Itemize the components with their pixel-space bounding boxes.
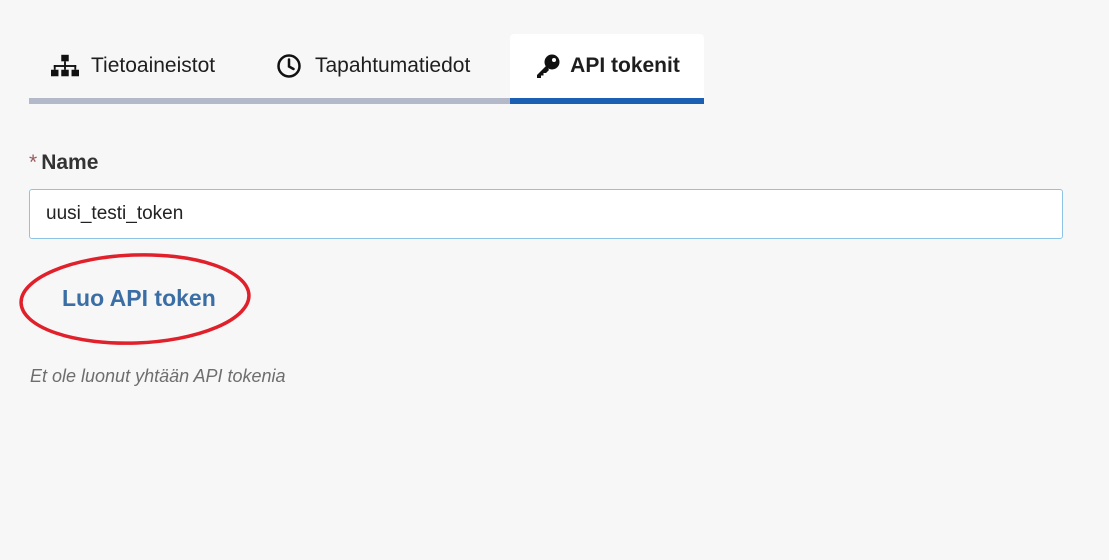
tab-rail [29,98,510,104]
page: Tietoaineistot Tapahtumatiedot API token… [0,0,1109,560]
required-marker: * [29,151,38,174]
tab-label: Tietoaineistot [91,54,216,77]
tab-bar: Tietoaineistot Tapahtumatiedot API token… [29,34,704,104]
tab-tapahtumatiedot[interactable]: Tapahtumatiedot [275,34,470,98]
tab-label: Tapahtumatiedot [315,54,471,77]
name-field-label: * Name [29,151,98,175]
name-label-text: Name [41,151,99,174]
clock-icon [275,52,303,80]
tab-tietoaineistot[interactable]: Tietoaineistot [51,34,215,98]
key-icon [534,52,562,80]
empty-tokens-message: Et ole luonut yhtään API tokenia [30,366,286,386]
tab-label: API tokenit [570,54,680,77]
active-tab-indicator [510,98,704,104]
name-input[interactable] [29,189,1063,239]
tab-api-tokenit[interactable]: API tokenit [510,34,704,104]
sitemap-icon [51,52,79,80]
create-api-token-button[interactable]: Luo API token [40,278,238,318]
